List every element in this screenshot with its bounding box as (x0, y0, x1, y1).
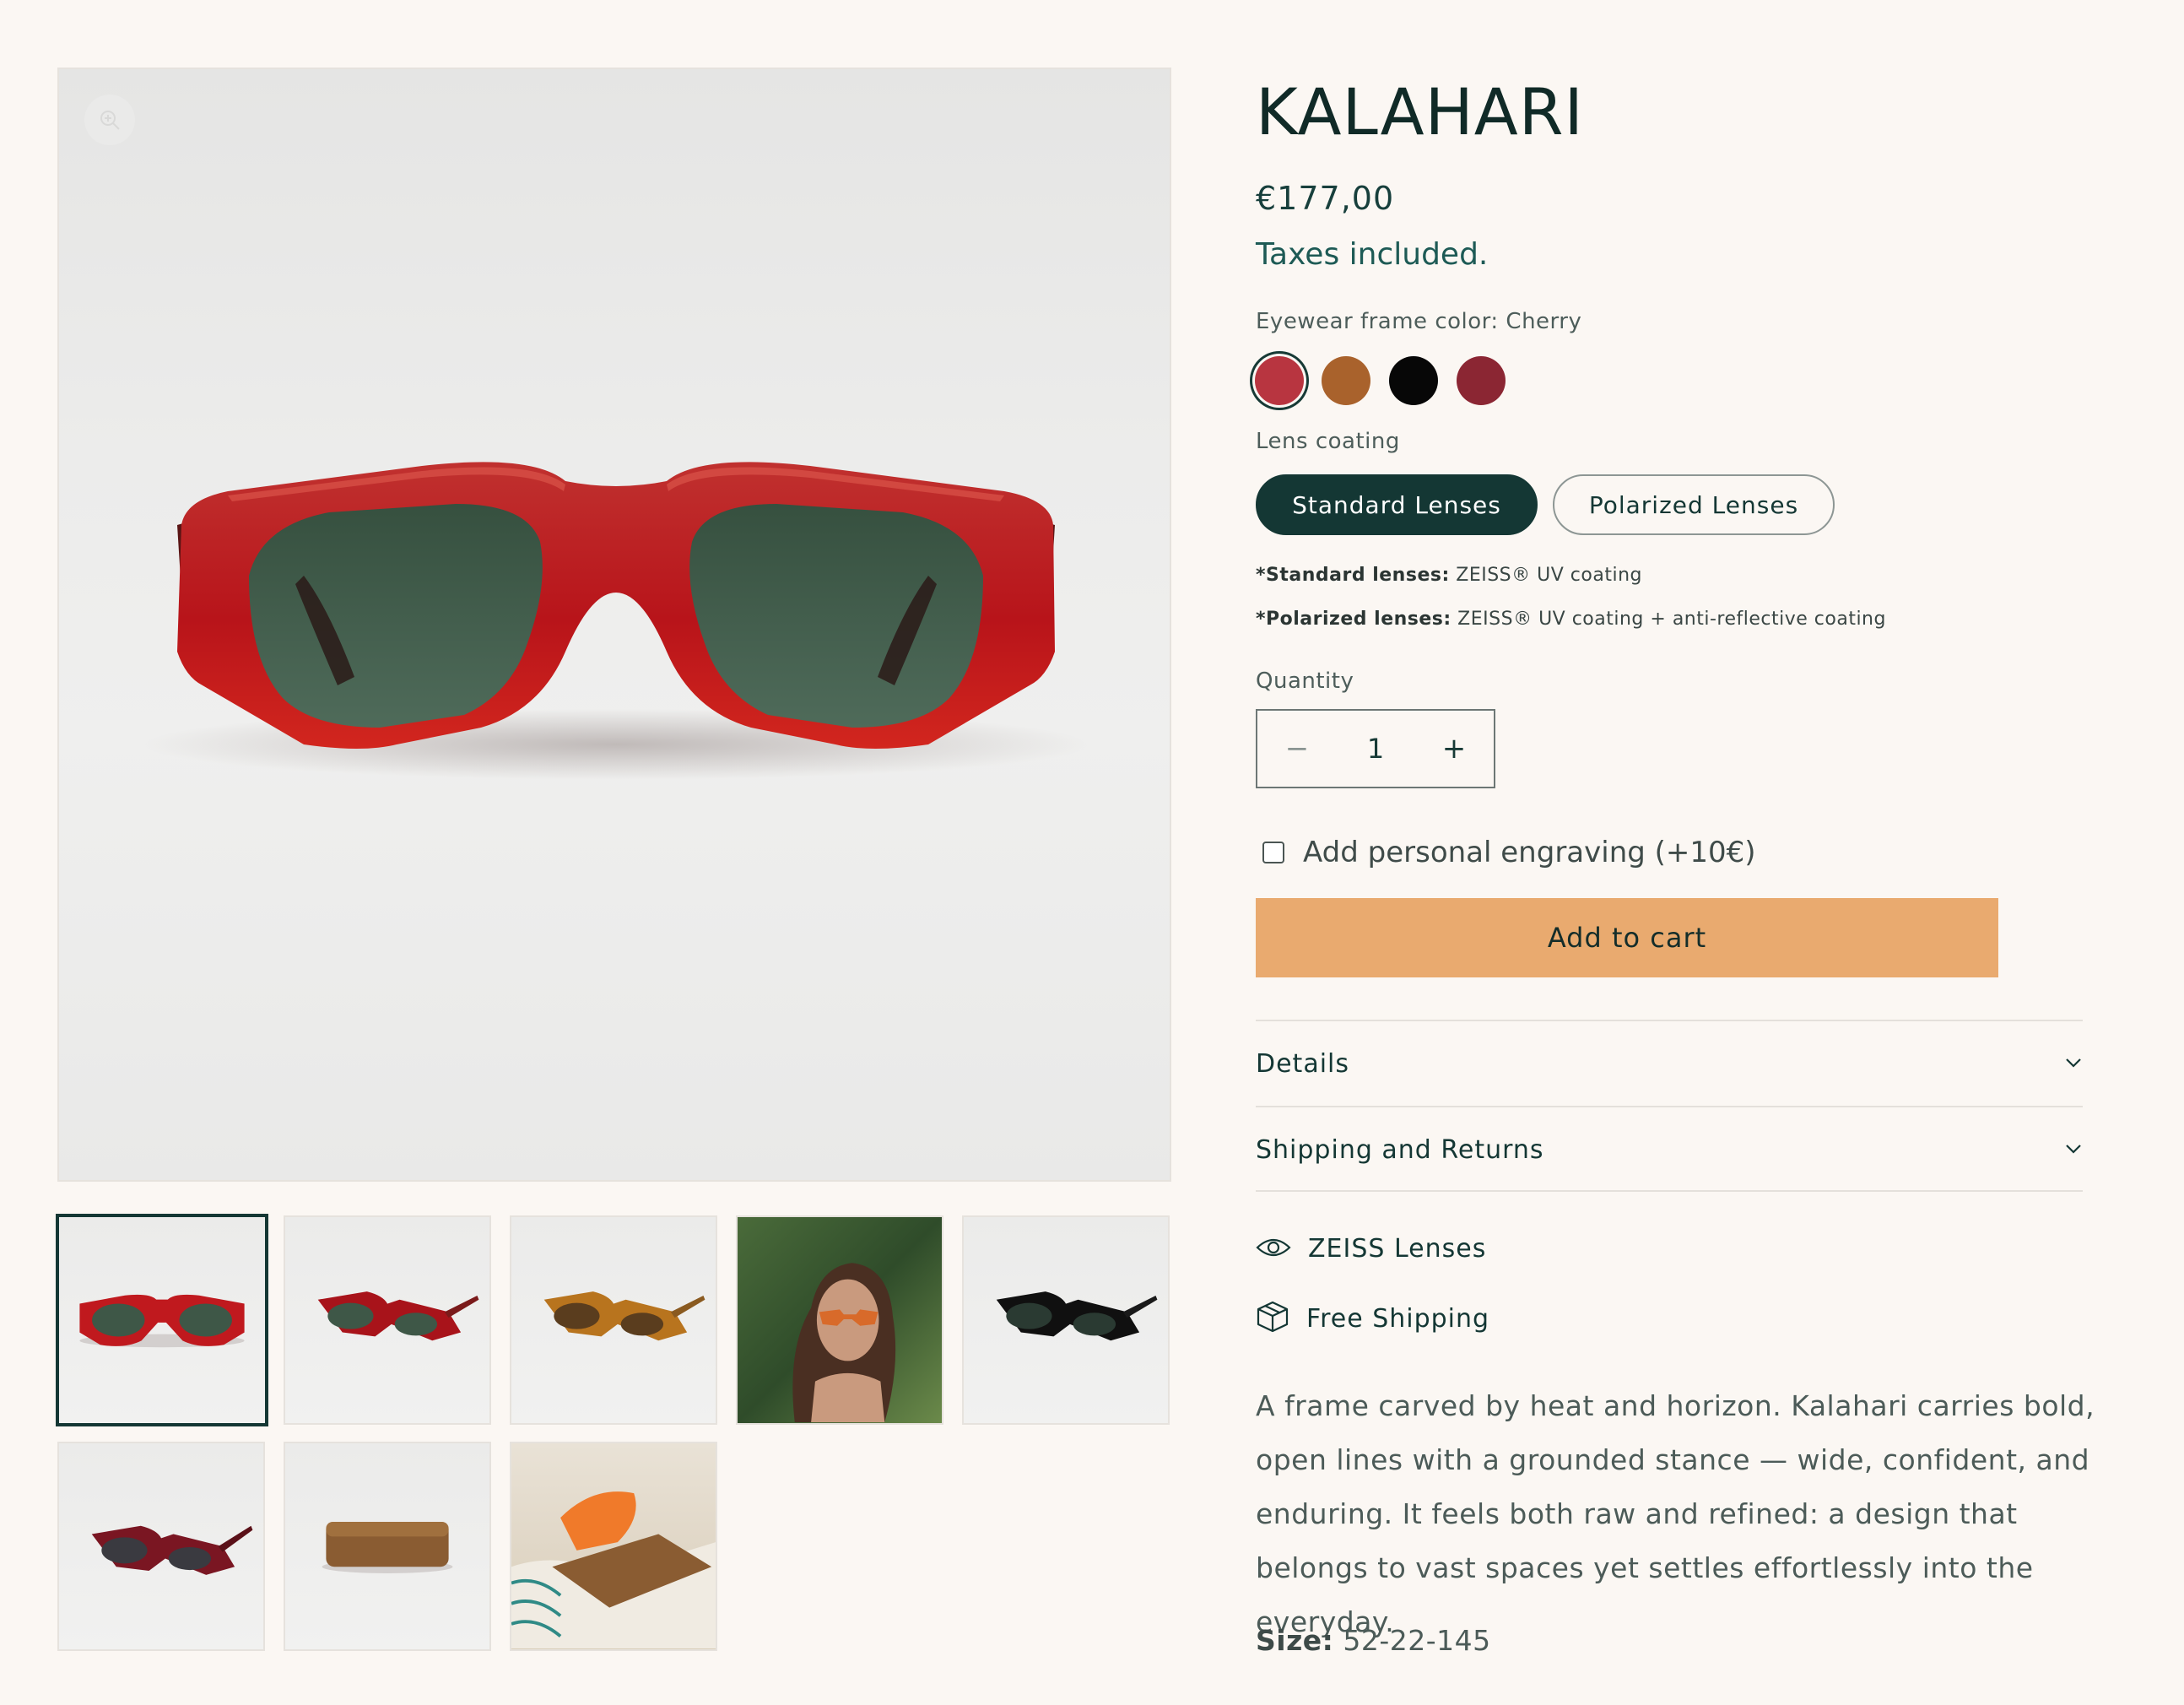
thumbnail-tortoise-angle[interactable] (510, 1215, 717, 1425)
thumbnail-model-portrait[interactable] (736, 1215, 943, 1425)
box-icon (1256, 1300, 1289, 1337)
thumbnail-image (792, 1263, 896, 1422)
feature-label: Free Shipping (1306, 1303, 1490, 1334)
quantity-input[interactable]: 1 (1337, 733, 1414, 765)
swatch-tortoise[interactable] (1322, 356, 1370, 405)
taxes-note: Taxes included. (1256, 237, 1489, 272)
quantity-stepper: − 1 + (1256, 709, 1495, 788)
engraving-label: Add personal engraving (+10€) (1303, 836, 1756, 869)
quantity-increase-button[interactable]: + (1414, 711, 1494, 787)
thumbnail-case-and-cloth[interactable] (510, 1442, 717, 1651)
thumbnail-burgundy-angle[interactable] (57, 1442, 265, 1651)
quantity-label: Quantity (1256, 668, 1354, 694)
engraving-checkbox[interactable] (1262, 842, 1284, 863)
product-size: Size: 52-22-145 (1256, 1624, 1491, 1657)
swatch-burgundy[interactable] (1457, 356, 1506, 405)
add-to-cart-button[interactable]: Add to cart (1256, 898, 1998, 977)
accordion-label: Shipping and Returns (1256, 1134, 1544, 1165)
chevron-down-icon (2064, 1142, 2083, 1158)
thumbnail-black-angle[interactable] (962, 1215, 1170, 1425)
thumbnail-image (543, 1291, 705, 1341)
color-option-label: Eyewear frame color: Cherry (1256, 309, 1582, 334)
size-label: Size: (1256, 1624, 1334, 1657)
polarized-lenses-button[interactable]: Polarized Lenses (1553, 474, 1835, 535)
thumbnail-image (322, 1521, 453, 1573)
feature-zeiss-lenses: ZEISS Lenses (1256, 1234, 1486, 1264)
thumbnail-image (996, 1291, 1158, 1341)
note-strong: *Standard lenses: (1256, 565, 1450, 586)
thumbnail-cherry-front[interactable] (56, 1214, 268, 1426)
thumbnail-image (511, 1491, 716, 1648)
thumbnail-case[interactable] (284, 1442, 491, 1651)
quantity-decrease-button[interactable]: − (1257, 711, 1337, 787)
accordion-details[interactable]: Details (1256, 1021, 2083, 1106)
note-text: ZEISS® UV coating (1449, 565, 1642, 586)
lens-option-label: Lens coating (1256, 429, 1400, 454)
feature-free-shipping: Free Shipping (1256, 1300, 1489, 1337)
accordion-label: Details (1256, 1048, 1350, 1079)
standard-lenses-note: *Standard lenses: ZEISS® UV coating (1256, 565, 1642, 586)
thumbnail-cherry-angle[interactable] (284, 1215, 491, 1425)
engraving-option[interactable]: Add personal engraving (+10€) (1262, 836, 1756, 869)
note-text: ZEISS® UV coating + anti-reflective coat… (1451, 609, 1886, 630)
product-title: KALAHARI (1256, 74, 1584, 149)
polarized-lenses-note: *Polarized lenses: ZEISS® UV coating + a… (1256, 609, 1886, 630)
thumbnail-image (317, 1291, 479, 1341)
chevron-down-icon (2064, 1056, 2083, 1072)
main-product-image[interactable] (57, 68, 1171, 1182)
note-strong: *Polarized lenses: (1256, 609, 1451, 630)
feature-label: ZEISS Lenses (1308, 1234, 1487, 1264)
accordion-shipping-returns[interactable]: Shipping and Returns (1256, 1107, 2083, 1192)
product-description: A frame carved by heat and horizon. Kala… (1256, 1389, 2095, 1638)
divider (1256, 1190, 2083, 1192)
eye-icon (1256, 1236, 1291, 1263)
size-value: 52-22-145 (1343, 1624, 1491, 1657)
swatch-cherry[interactable] (1255, 356, 1304, 405)
standard-lenses-button[interactable]: Standard Lenses (1256, 474, 1538, 535)
sunglasses-illustration (143, 462, 1089, 780)
thumbnail-image (91, 1525, 253, 1575)
product-price: €177,00 (1256, 180, 1395, 217)
thumbnail-image (79, 1294, 245, 1348)
swatch-black[interactable] (1389, 356, 1438, 405)
